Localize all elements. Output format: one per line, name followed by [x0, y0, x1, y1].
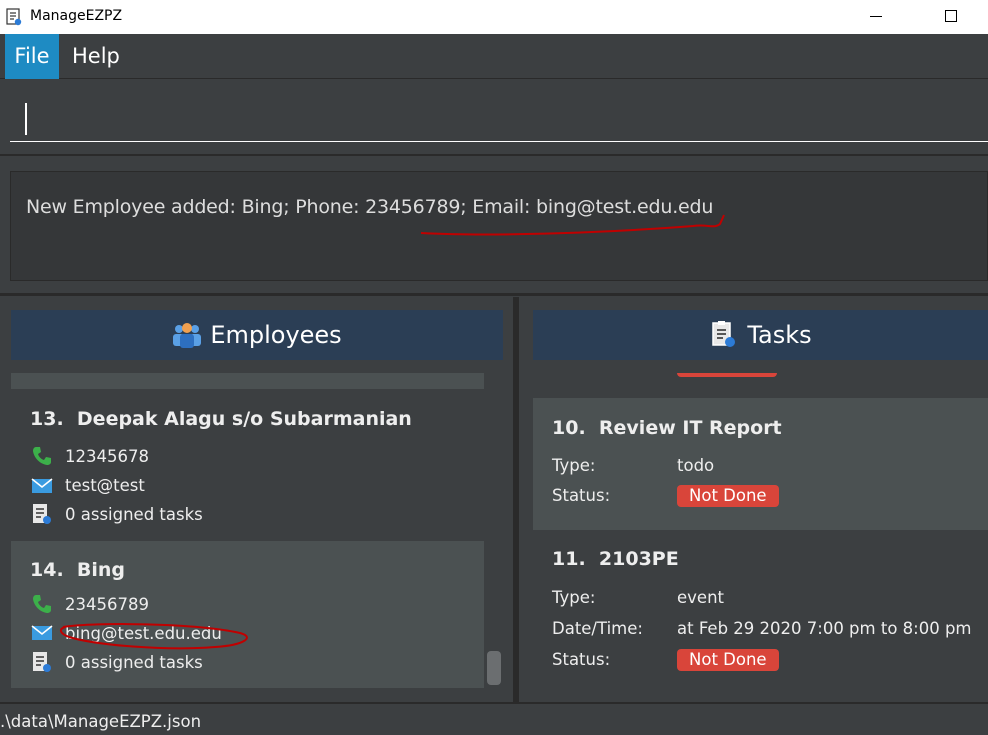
- task-type-label: Type:: [552, 588, 596, 607]
- task-list[interactable]: 10. Review IT Report Type: todo Status: …: [533, 373, 988, 688]
- menu-file[interactable]: File: [5, 34, 59, 79]
- status-bar: .\data\ManageEZPZ.json: [0, 702, 988, 735]
- menu-help[interactable]: Help: [63, 34, 129, 79]
- email-icon: [31, 625, 53, 640]
- minimize-button[interactable]: [870, 16, 882, 17]
- task-type-label: Type:: [552, 456, 596, 475]
- task-card[interactable]: 11. 2103PE Type: event Date/Time: at Feb…: [533, 530, 988, 688]
- status-badge: Not Done: [677, 649, 779, 671]
- red-underline-annotation: [420, 214, 725, 236]
- maximize-button[interactable]: [945, 10, 957, 22]
- employee-task-count: 0 assigned tasks: [65, 505, 203, 524]
- status-badge: [677, 373, 777, 377]
- menu-bar: File Help: [0, 34, 988, 79]
- task-status-label: Status:: [552, 486, 611, 505]
- command-box: [0, 80, 988, 156]
- employee-name: 14. Bing: [30, 559, 126, 581]
- employee-card[interactable]: 14. Bing 23456789 bing@test.edu.edu 0 as…: [11, 541, 484, 688]
- employees-header: Employees: [11, 310, 503, 360]
- employee-phone: 12345678: [65, 447, 149, 466]
- phone-icon: [33, 447, 51, 465]
- employees-header-label: Employees: [210, 321, 342, 349]
- task-status-label: Status:: [552, 650, 611, 669]
- task-type: todo: [677, 456, 715, 475]
- tasks-icon: [712, 321, 736, 347]
- task-datetime-label: Date/Time:: [552, 619, 643, 638]
- list-item[interactable]: [533, 373, 988, 377]
- assigned-tasks-icon: [33, 504, 51, 524]
- task-name: 11. 2103PE: [552, 548, 679, 570]
- status-badge: Not Done: [677, 485, 779, 507]
- employee-name: 13. Deepak Alagu s/o Subarmanian: [30, 408, 412, 430]
- employee-list-scrollbar[interactable]: [487, 651, 501, 685]
- red-circle-annotation: [59, 623, 248, 650]
- command-input[interactable]: [10, 94, 988, 142]
- tasks-header: Tasks: [533, 310, 988, 360]
- list-item[interactable]: [11, 373, 484, 389]
- panel-divider[interactable]: [513, 297, 519, 702]
- task-name: 10. Review IT Report: [552, 417, 782, 439]
- employee-phone: 23456789: [65, 595, 149, 614]
- task-type: event: [677, 588, 724, 607]
- window-title: ManageEZPZ: [30, 8, 123, 24]
- text-caret: [25, 103, 27, 135]
- data-file-path: .\data\ManageEZPZ.json: [0, 712, 202, 731]
- task-card[interactable]: 10. Review IT Report Type: todo Status: …: [533, 398, 988, 530]
- task-datetime: at Feb 29 2020 7:00 pm to 8:00 pm: [677, 619, 972, 638]
- assigned-tasks-icon: [33, 652, 51, 672]
- employee-task-count: 0 assigned tasks: [65, 653, 203, 672]
- employee-email: test@test: [65, 476, 145, 495]
- app-checklist-icon: [6, 8, 22, 26]
- employee-card[interactable]: 13. Deepak Alagu s/o Subarmanian 1234567…: [11, 389, 484, 541]
- employees-icon: [173, 323, 202, 348]
- email-icon: [31, 478, 53, 493]
- title-bar: ManageEZPZ: [0, 0, 988, 34]
- tasks-header-label: Tasks: [747, 321, 812, 349]
- phone-icon: [33, 595, 51, 613]
